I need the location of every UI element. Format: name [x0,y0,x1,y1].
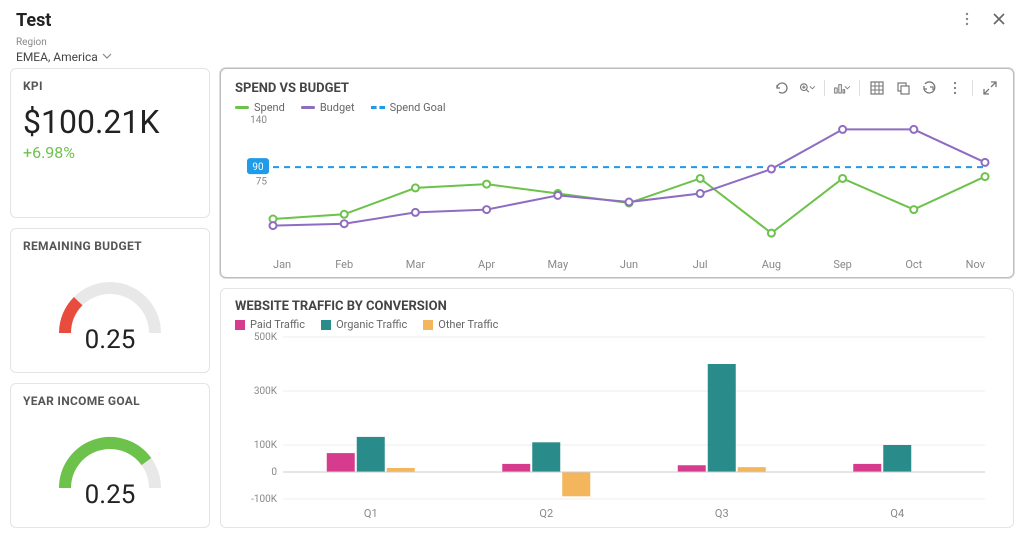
svg-text:Aug: Aug [762,258,781,271]
region-filter-dropdown[interactable]: EMEA, America [16,50,112,64]
kpi-card[interactable]: KPI $100.21K +6.98% [10,68,210,218]
legend-spend: Spend [235,101,285,114]
grid-icon[interactable] [868,79,886,97]
svg-text:Mar: Mar [406,258,426,271]
website-traffic-card[interactable]: WEBSITE TRAFFIC BY CONVERSION Paid Traff… [220,288,1014,528]
more-icon[interactable] [958,10,976,28]
chart-toolbar [772,79,999,97]
svg-text:Apr: Apr [478,258,495,271]
svg-text:100K: 100K [254,440,278,451]
spend-chart-title: SPEND VS BUDGET [235,81,349,96]
svg-text:Q3: Q3 [715,507,729,520]
year-income-goal-card[interactable]: YEAR INCOME GOAL 0.25 [10,383,210,528]
kpi-title: KPI [23,79,197,93]
sidebar: KPI $100.21K +6.98% REMAINING BUDGET 0.2… [10,68,210,536]
svg-text:140: 140 [250,115,267,126]
remaining-budget-value: 0.25 [85,325,136,355]
svg-text:Q4: Q4 [890,507,904,520]
copy-icon[interactable] [894,79,912,97]
svg-text:Nov: Nov [966,258,986,271]
traffic-chart-title: WEBSITE TRAFFIC BY CONVERSION [235,299,999,314]
traffic-chart-legend: Paid Traffic Organic Traffic Other Traff… [235,318,999,331]
spend-chart-legend: Spend Budget Spend Goal [235,101,999,114]
svg-text:500K: 500K [254,332,278,343]
svg-text:Q1: Q1 [364,507,378,520]
legend-spend-goal: Spend Goal [371,101,446,114]
svg-text:75: 75 [256,176,268,187]
main-area: SPEND VS BUDGET Spend Budget [220,68,1014,536]
zoom-icon[interactable] [798,79,816,97]
kpi-value: $100.21K [23,103,197,141]
svg-text:90: 90 [252,162,264,173]
svg-text:Feb: Feb [335,258,353,271]
chart-type-icon[interactable] [833,79,851,97]
svg-text:Sep: Sep [833,258,852,271]
close-icon[interactable] [990,10,1008,28]
kpi-delta: +6.98% [23,143,197,162]
legend-organic: Organic Traffic [321,318,407,331]
region-filter-label: Region [16,37,112,48]
remaining-budget-title: REMAINING BUDGET [23,239,197,253]
svg-text:Jan: Jan [273,258,291,271]
legend-budget: Budget [301,101,355,114]
svg-text:0: 0 [271,467,277,478]
svg-text:Oct: Oct [905,258,922,271]
svg-text:Jun: Jun [620,258,638,271]
region-filter-value: EMEA, America [16,50,98,64]
legend-other: Other Traffic [423,318,498,331]
undo-icon[interactable] [772,79,790,97]
spend-vs-budget-chart: 90 75 140 Jan Feb Mar Apr May Jun Jul Aug Sep Oct Nov [235,114,995,274]
svg-text:May: May [547,258,569,271]
svg-text:300K: 300K [254,386,278,397]
website-traffic-chart: -100K 0 100K 300K 500K Q1 Q2 Q3 Q4 [235,331,995,521]
year-income-goal-title: YEAR INCOME GOAL [23,394,197,408]
chart-more-icon[interactable] [946,79,964,97]
svg-text:Jul: Jul [693,258,708,271]
year-income-goal-value: 0.25 [85,480,136,510]
page-header: Test Region EMEA, America [0,0,1024,68]
expand-icon[interactable] [981,79,999,97]
spend-vs-budget-card[interactable]: SPEND VS BUDGET Spend Budget [220,68,1014,278]
page-title: Test [16,10,112,31]
legend-paid: Paid Traffic [235,318,305,331]
refresh-icon[interactable] [920,79,938,97]
remaining-budget-card[interactable]: REMAINING BUDGET 0.25 [10,228,210,373]
chevron-down-icon [102,50,112,64]
svg-text:-100K: -100K [251,494,278,505]
svg-text:Q2: Q2 [539,507,553,520]
